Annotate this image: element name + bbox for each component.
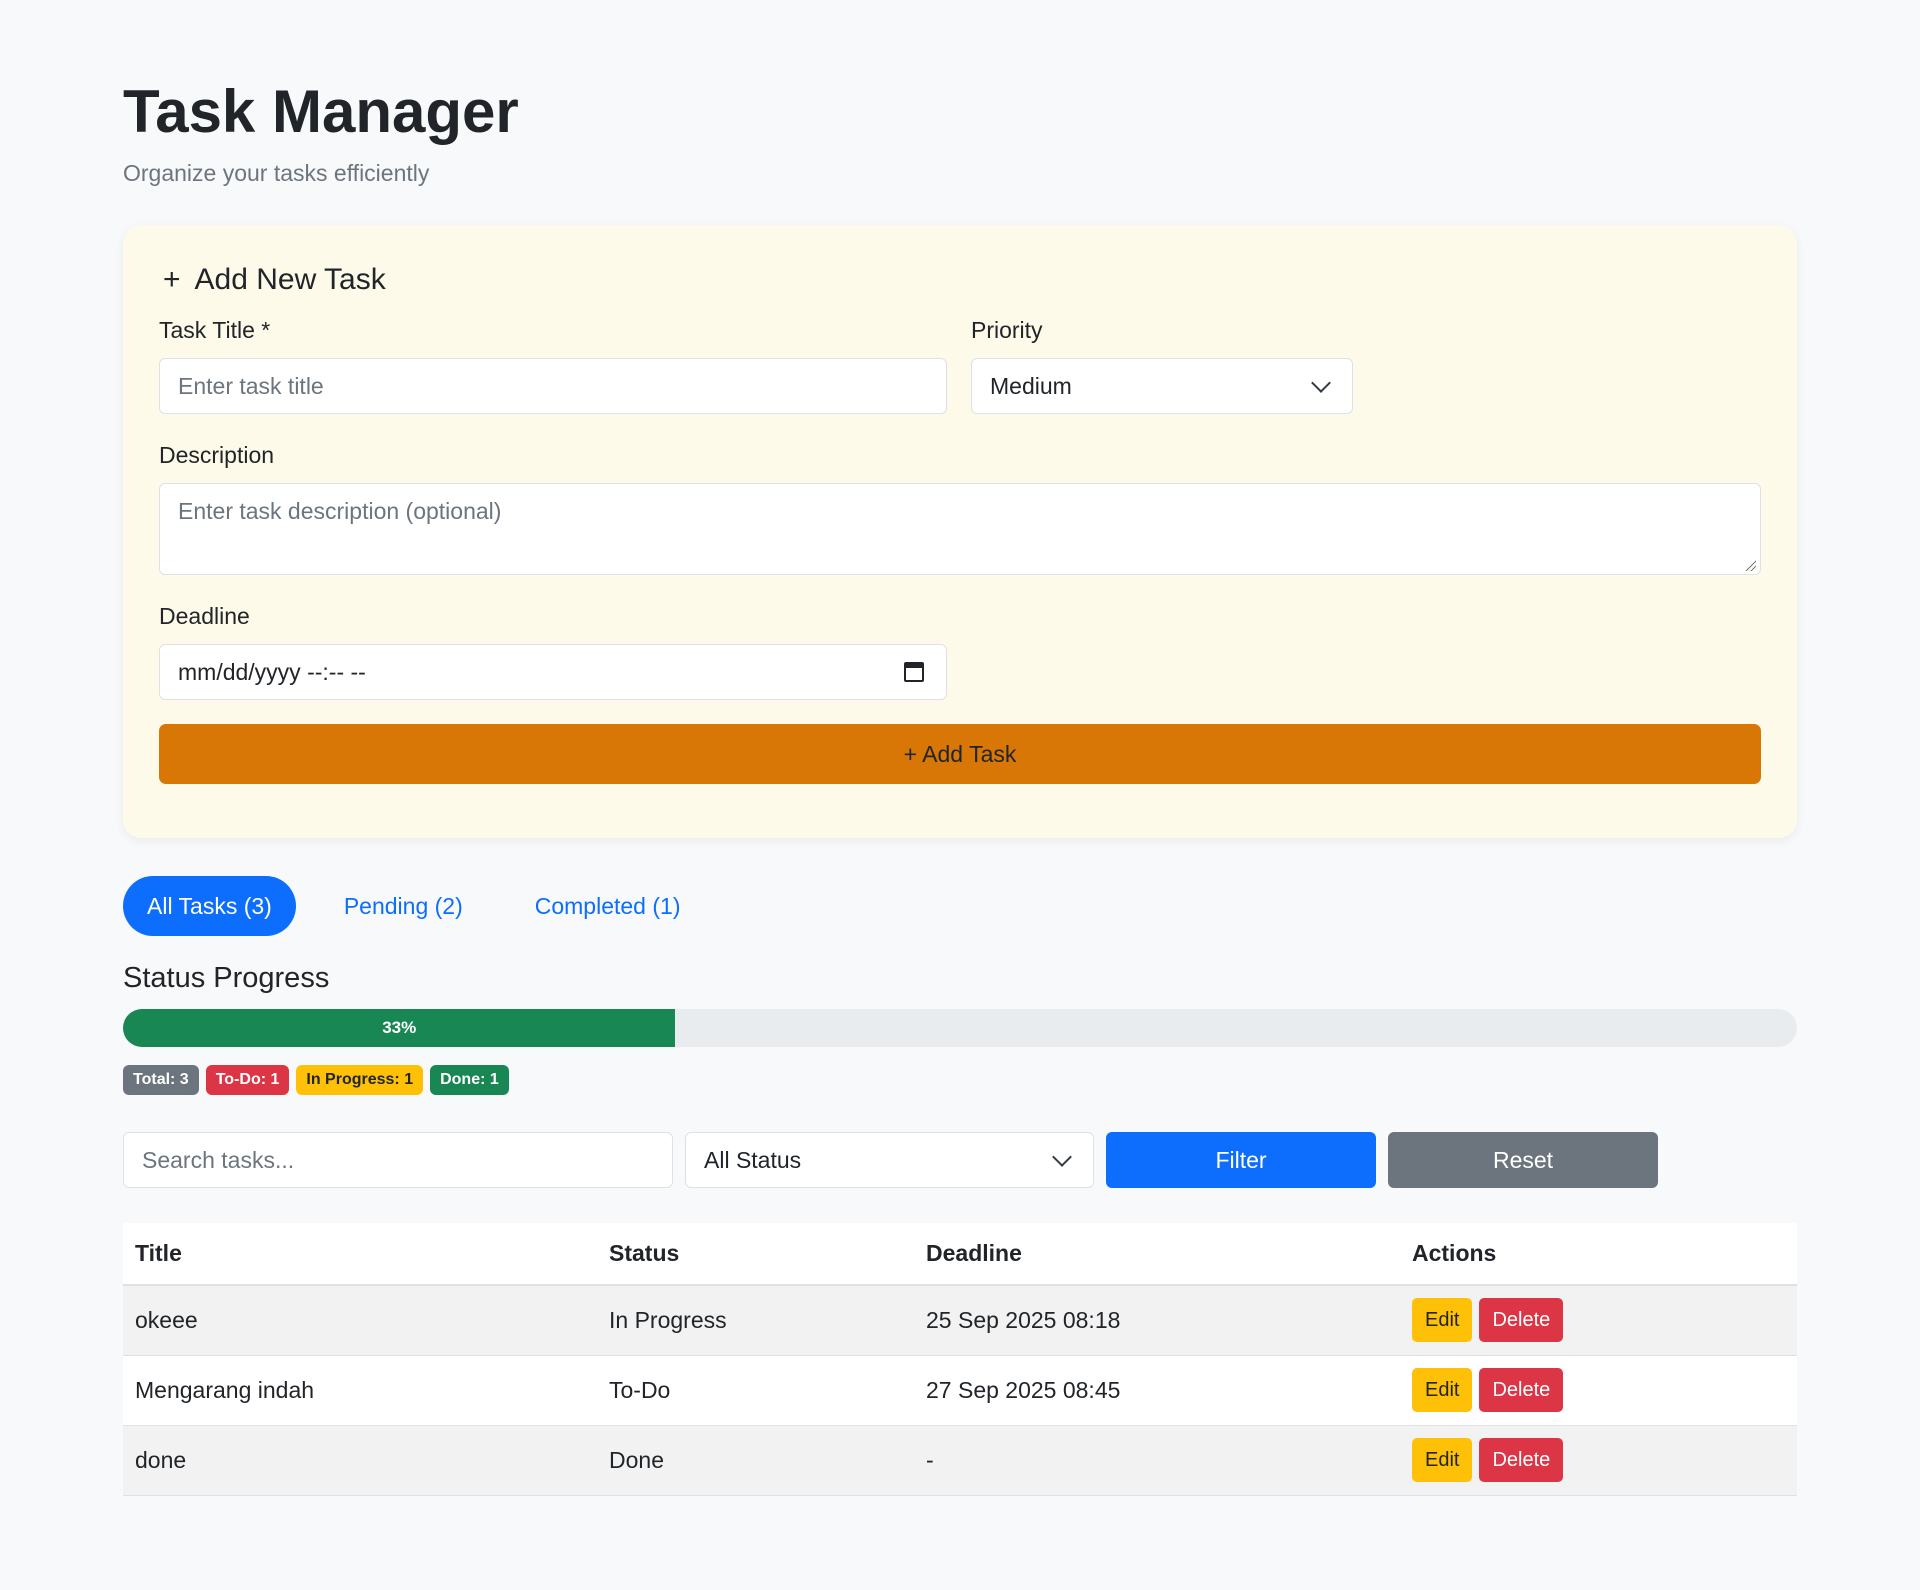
badge-total: Total: 3 [123, 1065, 199, 1095]
status-badges: Total: 3 To-Do: 1 In Progress: 1 Done: 1 [123, 1065, 1797, 1095]
description-group: Description Enter task description (opti… [159, 442, 1761, 575]
task-title-label: Task Title * [159, 317, 271, 343]
edit-button[interactable]: Edit [1412, 1298, 1473, 1343]
task-actions-cell: Edit Delete [1400, 1355, 1797, 1426]
delete-button[interactable]: Delete [1479, 1438, 1564, 1482]
task-title-placeholder: Enter task title [178, 372, 324, 399]
edit-button[interactable]: Edit [1412, 1438, 1473, 1482]
task-title-cell: Mengarang indah [123, 1355, 597, 1426]
add-task-title: Add New Task [194, 263, 386, 296]
task-status-cell: In Progress [597, 1285, 914, 1356]
deadline-label: Deadline [159, 603, 250, 629]
edit-button[interactable]: Edit [1412, 1368, 1473, 1412]
table-row: Mengarang indah To-Do 27 Sep 2025 08:45 … [123, 1355, 1797, 1426]
search-placeholder: Search tasks... [142, 1146, 295, 1173]
add-task-button-label: + Add Task [903, 740, 1017, 767]
page-title: Task Manager [123, 78, 519, 145]
task-deadline-cell: 25 Sep 2025 08:18 [914, 1285, 1400, 1356]
badge-todo: To-Do: 1 [205, 1065, 290, 1095]
progress-fill: 33% [123, 1009, 676, 1047]
plus-icon: + [163, 263, 181, 296]
description-placeholder: Enter task description (optional) [178, 498, 502, 524]
tasks-table: Title Status Deadline Actions okeee In P… [123, 1223, 1797, 1496]
table-header-row: Title Status Deadline Actions [123, 1223, 1797, 1286]
task-deadline-cell: 27 Sep 2025 08:45 [914, 1355, 1400, 1426]
delete-button[interactable]: Delete [1479, 1368, 1564, 1412]
badge-done: Done: 1 [430, 1065, 509, 1095]
header-deadline: Deadline [914, 1223, 1400, 1286]
header-title: Title [123, 1223, 597, 1286]
task-tabs: All Tasks (3) Pending (2) Completed (1) [123, 876, 1797, 936]
deadline-input[interactable]: mm/dd/yyyy --:-- -- [159, 644, 947, 700]
filter-button[interactable]: Filter [1106, 1132, 1376, 1188]
calendar-icon[interactable] [904, 662, 924, 682]
table-row: done Done - Edit Delete [123, 1425, 1797, 1496]
add-task-button[interactable]: + Add Task [159, 724, 1761, 784]
status-progress-title: Status Progress [123, 962, 330, 994]
task-status-cell: Done [597, 1425, 914, 1496]
priority-value: Medium [990, 372, 1072, 399]
resize-handle-icon[interactable] [1744, 559, 1756, 571]
header-status: Status [597, 1223, 914, 1286]
task-actions-cell: Edit Delete [1400, 1285, 1797, 1356]
deadline-group: Deadline mm/dd/yyyy --:-- -- [159, 603, 947, 700]
chevron-down-icon [1052, 1147, 1072, 1167]
task-status-cell: To-Do [597, 1355, 914, 1426]
reset-button[interactable]: Reset [1388, 1132, 1658, 1188]
priority-group: Priority Medium [971, 317, 1353, 414]
chevron-down-icon [1311, 373, 1331, 393]
task-title-cell: okeee [123, 1285, 597, 1356]
task-title-input[interactable]: Enter task title [159, 358, 947, 414]
header-actions: Actions [1400, 1223, 1797, 1286]
badge-in-progress: In Progress: 1 [296, 1065, 424, 1095]
add-task-heading: + Add New Task [163, 255, 1761, 305]
status-filter-value: All Status [704, 1146, 802, 1173]
task-title-group: Task Title * Enter task title [159, 317, 947, 414]
tab-completed[interactable]: Completed (1) [511, 876, 705, 936]
task-actions-cell: Edit Delete [1400, 1425, 1797, 1496]
task-deadline-cell: - [914, 1425, 1400, 1496]
page-container: Task Manager Organize your tasks efficie… [123, 70, 1797, 1496]
tab-pending[interactable]: Pending (2) [320, 876, 487, 936]
task-title-cell: done [123, 1425, 597, 1496]
description-label: Description [159, 442, 275, 468]
page-subtitle: Organize your tasks efficiently [123, 160, 430, 186]
status-progress-bar: 33% [123, 1009, 1797, 1047]
tab-all-tasks[interactable]: All Tasks (3) [123, 876, 296, 936]
status-filter-select[interactable]: All Status [685, 1132, 1094, 1188]
priority-label: Priority [971, 317, 1043, 343]
delete-button[interactable]: Delete [1479, 1298, 1564, 1343]
table-row: okeee In Progress 25 Sep 2025 08:18 Edit… [123, 1285, 1797, 1356]
priority-select[interactable]: Medium [971, 358, 1353, 414]
add-task-card: + Add New Task Task Title * Enter task t… [123, 225, 1797, 838]
filter-bar: Search tasks... All Status Filter Reset [123, 1132, 1797, 1188]
deadline-value: mm/dd/yyyy --:-- -- [178, 658, 366, 685]
search-input[interactable]: Search tasks... [123, 1132, 673, 1188]
description-textarea[interactable]: Enter task description (optional) [159, 483, 1761, 575]
